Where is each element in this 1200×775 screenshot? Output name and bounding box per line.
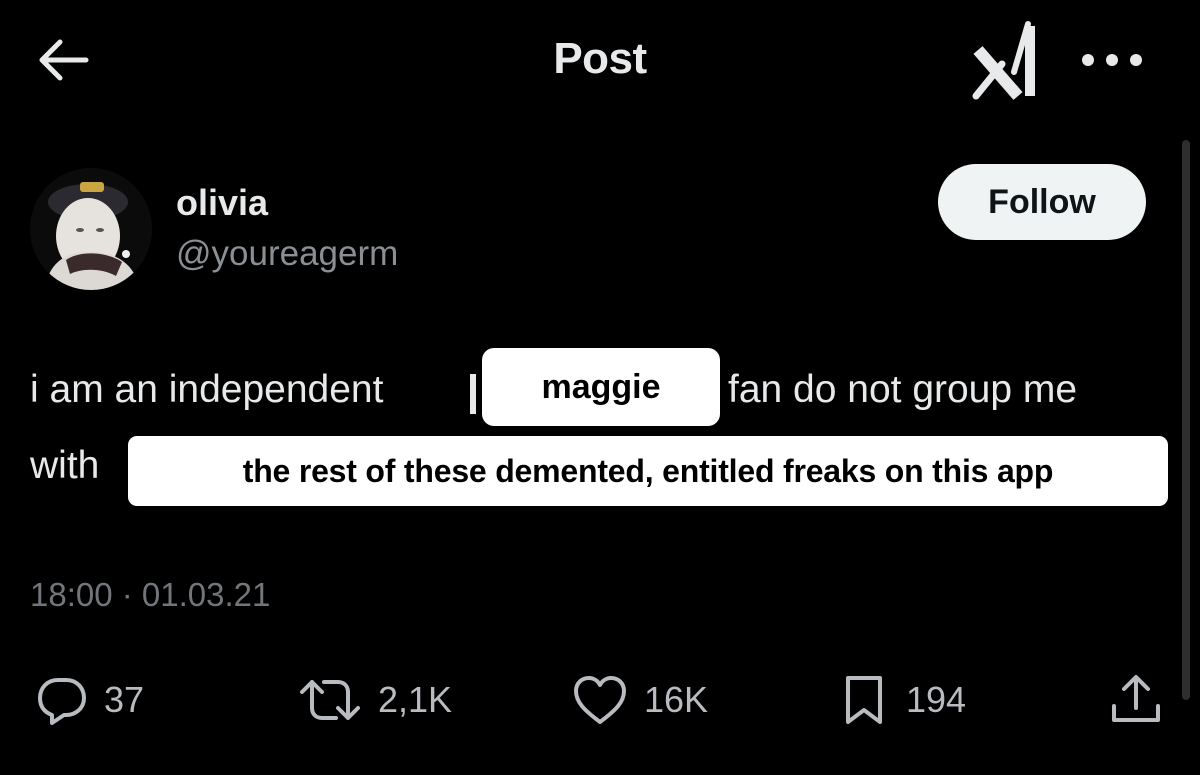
bookmark-count: 194 (906, 679, 967, 720)
post-timestamp[interactable]: 18:00 · 01.03.21 (30, 576, 270, 614)
more-options-button[interactable] (1072, 40, 1152, 80)
author-name[interactable]: olivia (176, 182, 268, 224)
share-icon (1112, 675, 1160, 722)
text-sticker: the rest of these demented, entitled fre… (128, 436, 1168, 506)
reply-icon (38, 678, 86, 725)
tweet-text-line2: with (30, 444, 100, 487)
like-button[interactable]: 16K (570, 672, 708, 728)
more-icon (1082, 54, 1142, 66)
bookmark-icon (846, 676, 882, 724)
x-logo-icon[interactable] (968, 20, 1048, 100)
repost-icon (300, 680, 360, 720)
author-handle[interactable]: @youreagerm (176, 234, 398, 274)
tweet-text-line1-end: fan do not group me (728, 368, 1078, 411)
reply-count: 37 (104, 679, 145, 720)
like-count: 16K (644, 679, 709, 720)
tweet-text-line1: i am an independent (30, 368, 384, 411)
share-button[interactable] (1106, 672, 1166, 728)
like-icon (574, 676, 626, 724)
scrollbar[interactable] (1182, 140, 1190, 700)
repost-button[interactable]: 2,1K (296, 672, 452, 728)
repost-count: 2,1K (378, 679, 453, 720)
reply-button[interactable]: 37 (34, 672, 144, 728)
follow-button[interactable]: Follow (938, 164, 1146, 240)
text-sticker: maggie (482, 348, 720, 426)
text-fragment (470, 374, 476, 414)
avatar[interactable] (30, 168, 152, 290)
bookmark-button[interactable]: 194 (836, 672, 966, 728)
